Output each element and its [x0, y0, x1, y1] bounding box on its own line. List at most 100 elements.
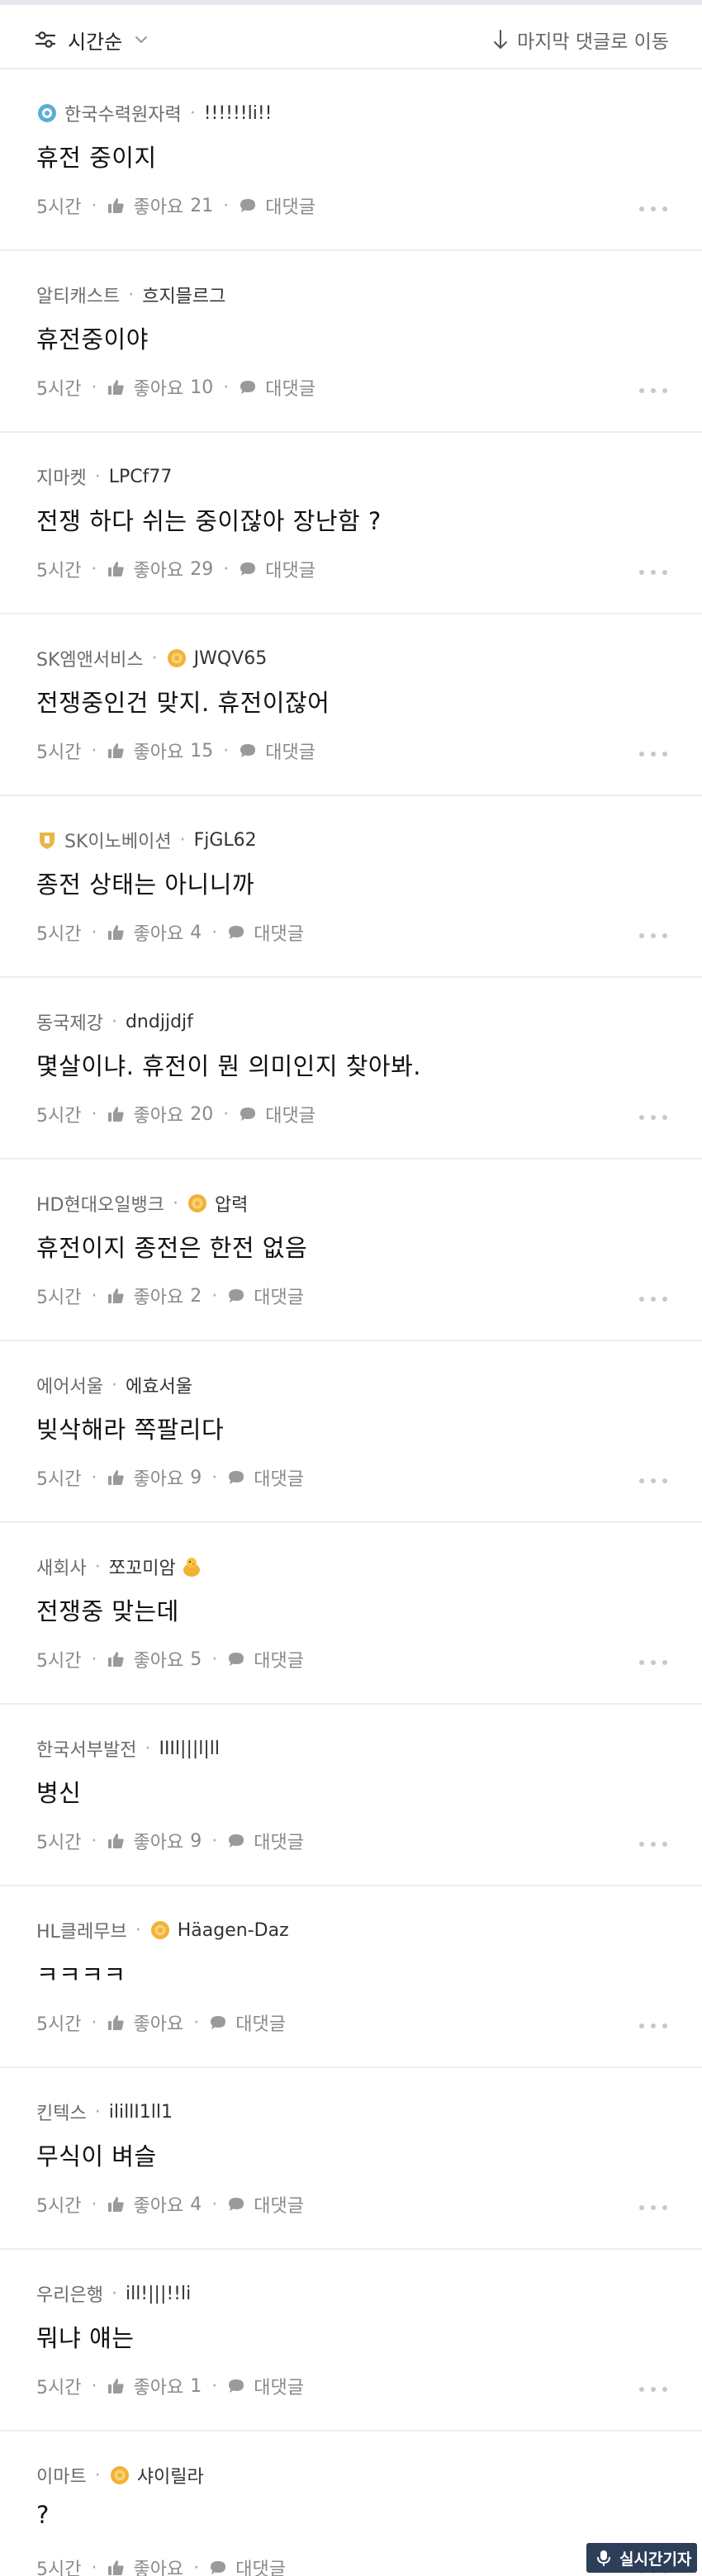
author-nickname[interactable]: IIIl|||l|ll: [159, 1739, 220, 1759]
author-nickname[interactable]: JWQV65: [194, 648, 268, 669]
more-options-icon[interactable]: [639, 568, 667, 576]
like-button[interactable]: 좋아요 9: [107, 1828, 202, 1854]
author-nickname[interactable]: ill!|||!!li: [126, 2284, 191, 2304]
speech-bubble-icon: [211, 2016, 226, 2029]
like-button[interactable]: 좋아요 4: [107, 919, 202, 946]
like-button[interactable]: 좋아요: [107, 2009, 183, 2036]
comment-footer: 5시간 · 좋아요 5 · 대댓글: [36, 1645, 304, 1673]
comment-text: 뭐냐 얘는: [36, 2324, 135, 2352]
reply-button[interactable]: 대댓글: [227, 1464, 304, 1491]
author-nickname[interactable]: 흐지믈르그: [142, 282, 225, 308]
thumbs-up-icon: [108, 1834, 125, 1848]
like-button[interactable]: 좋아요 5: [107, 1646, 202, 1672]
like-label: 좋아요: [133, 1288, 184, 1308]
like-button[interactable]: 좋아요 1: [107, 2373, 202, 2399]
reply-button[interactable]: 대댓글: [227, 919, 304, 946]
reply-button[interactable]: 대댓글: [227, 2373, 304, 2399]
more-dot: [639, 2205, 644, 2210]
more-dot: [639, 933, 644, 938]
company-name: SK엠앤서비스: [36, 650, 144, 671]
like-button[interactable]: 좋아요 2: [107, 1283, 202, 1309]
like-label: 좋아요: [133, 2378, 184, 2398]
author-nickname[interactable]: 에효서울: [126, 1372, 192, 1398]
reply-button[interactable]: 대댓글: [227, 2191, 304, 2218]
reply-button[interactable]: 대댓글: [209, 2009, 286, 2036]
comment-author-row: 알티캐스트 · 흐지믈르그: [36, 281, 225, 309]
comment-author-row: SK이노베이션 · FjGL62: [36, 826, 257, 854]
comment-item: SK이노베이션 · FjGL62 종전 상태는 아니니까 5시간 · 좋아요 4 · 대댓글: [0, 796, 702, 978]
comment-timestamp: 5시간: [36, 2196, 82, 2217]
company-name: HD현대오일뱅크: [36, 1195, 164, 1216]
more-options-icon[interactable]: [639, 1295, 667, 1303]
sort-dropdown[interactable]: 시간순: [33, 23, 150, 56]
like-button[interactable]: 좋아요 15: [107, 738, 213, 764]
reply-button[interactable]: 대댓글: [227, 1646, 304, 1672]
more-options-icon[interactable]: [639, 932, 667, 940]
footer-separator: ·: [91, 1649, 97, 1670]
footer-separator: ·: [91, 2194, 97, 2215]
author-nickname[interactable]: FjGL62: [194, 830, 257, 851]
author-nickname[interactable]: 샤이릴라: [137, 2462, 204, 2488]
like-count: 2: [190, 1285, 202, 1307]
comment-timestamp: 5시간: [36, 379, 82, 400]
more-options-icon[interactable]: [639, 750, 667, 758]
like-button[interactable]: 좋아요: [107, 2555, 183, 2576]
like-button[interactable]: 좋아요 20: [107, 1101, 213, 1127]
footer-separator: ·: [91, 2557, 97, 2576]
comment-item: 알티캐스트 · 흐지믈르그 휴전중이야 5시간 · 좋아요 10 · 대댓글: [0, 251, 702, 433]
like-label: 좋아요: [133, 561, 184, 581]
like-count: 20: [190, 1103, 214, 1125]
reply-button[interactable]: 대댓글: [209, 2555, 286, 2576]
more-options-icon[interactable]: [639, 1840, 667, 1848]
like-button[interactable]: 좋아요 4: [107, 2191, 202, 2218]
like-button[interactable]: 좋아요 10: [107, 374, 213, 401]
author-nickname[interactable]: LPCf77: [109, 467, 173, 487]
comment-item: 지마켓 · LPCf77 전쟁 하다 쉬는 중이잖아 장난함 ? 5시간 · 좋아요 29 · 대…: [0, 433, 702, 614]
like-label: 좋아요: [133, 1833, 184, 1853]
more-options-icon[interactable]: [639, 2385, 667, 2393]
more-options-icon[interactable]: [639, 2022, 667, 2030]
reply-button[interactable]: 대댓글: [239, 556, 315, 582]
speech-bubble-icon: [240, 381, 256, 394]
comment-footer: 5시간 · 좋아요 4 · 대댓글: [36, 2190, 304, 2218]
reply-button[interactable]: 대댓글: [227, 1283, 304, 1309]
reply-button[interactable]: 대댓글: [227, 1828, 304, 1854]
author-nickname[interactable]: 압력: [215, 1190, 248, 1217]
author-nickname[interactable]: dndjjdjf: [126, 1012, 193, 1032]
company-name: 지마켓: [36, 468, 87, 489]
author-nickname[interactable]: ilillI1ll1: [109, 2102, 173, 2123]
reply-button[interactable]: 대댓글: [239, 738, 315, 764]
thumbs-up-icon: [108, 743, 125, 758]
more-dot: [662, 752, 667, 757]
thumbs-up-icon: [108, 1652, 125, 1667]
more-options-icon[interactable]: [639, 1113, 667, 1122]
comment-item: 한국수력원자력 · !!!!!!li!! 휴전 중이지 5시간 · 좋아요 21 · 대댓글: [0, 69, 702, 251]
more-options-icon[interactable]: [639, 2204, 667, 2212]
like-button[interactable]: 좋아요 29: [107, 556, 213, 582]
reply-label: 대댓글: [254, 2196, 304, 2217]
like-count: 4: [190, 922, 202, 943]
more-options-icon[interactable]: [639, 387, 667, 395]
comment-text: 몇살이냐. 휴전이 뭔 의미인지 찾아봐.: [36, 1052, 422, 1080]
reply-button[interactable]: 대댓글: [239, 1101, 315, 1127]
author-nickname[interactable]: 쪼꼬미암: [109, 1554, 176, 1580]
comment-text: 전쟁중 맞는데: [36, 1597, 179, 1625]
comment-footer: 5시간 · 좋아요 29 · 대댓글: [36, 555, 315, 583]
author-nickname[interactable]: !!!!!!li!!: [204, 103, 273, 124]
meta-separator: ·: [111, 2283, 117, 2304]
more-options-icon[interactable]: [639, 205, 667, 213]
comment-timestamp: 5시간: [36, 2014, 82, 2035]
more-options-icon[interactable]: [639, 1658, 667, 1667]
more-options-icon[interactable]: [639, 1477, 667, 1485]
like-button[interactable]: 좋아요 21: [107, 192, 213, 219]
reply-button[interactable]: 대댓글: [239, 374, 315, 401]
reply-button[interactable]: 대댓글: [239, 192, 315, 219]
thumbs-up-icon: [108, 1107, 125, 1122]
reply-label: 대댓글: [254, 1469, 304, 1490]
comment-author-row: 지마켓 · LPCf77: [36, 463, 172, 491]
author-nickname[interactable]: Häagen-Daz: [178, 1920, 289, 1941]
meta-separator: ·: [111, 1011, 117, 1032]
arrow-down-icon: [494, 30, 508, 49]
like-button[interactable]: 좋아요 9: [107, 1464, 202, 1491]
jump-to-last-comment-button[interactable]: 마지막 댓글로 이동: [491, 23, 669, 56]
